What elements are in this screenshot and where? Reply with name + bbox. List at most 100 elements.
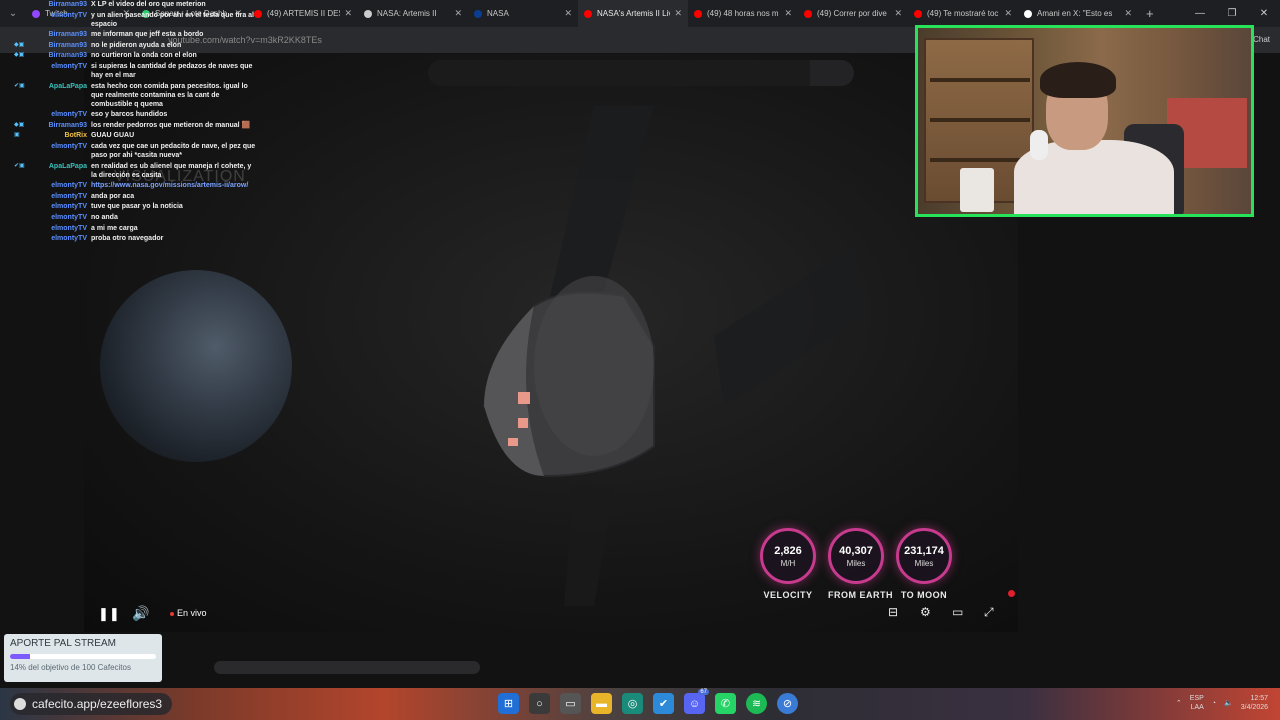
tab-label: Amani en X: "Esto es [1037, 9, 1113, 18]
chat-badges: ✔▣ [14, 162, 25, 169]
chat-badges [14, 213, 31, 222]
windows-taskbar: cafecito.app/ezeeflores3 ⊞ ○ ▭ ▬ ◎ ✔ ☺ 67… [0, 688, 1280, 720]
gauge-value: 40,307 [839, 544, 873, 557]
steam-icon[interactable]: ✔ [653, 693, 674, 714]
task-view-icon[interactable]: ▭ [560, 693, 581, 714]
tab-close-icon[interactable]: ✕ [784, 8, 792, 19]
taskbar-apps: ⊞ ○ ▭ ▬ ◎ ✔ ☺ 67 ✆ ≋ ⊘ [498, 689, 798, 714]
chat-username[interactable]: elmontyTV [31, 224, 91, 233]
horizontal-scrollbar[interactable] [214, 661, 480, 674]
browser-tab[interactable]: (49) 48 horas nos m ✕ [688, 0, 798, 27]
chat-username[interactable]: Birraman93 [31, 41, 91, 50]
chat-username[interactable]: elmontyTV [31, 142, 91, 160]
chat-text: y un alien paseando por ahí en el tesla … [91, 11, 254, 28]
chat-username[interactable]: elmontyTV [31, 181, 91, 190]
telemetry-gauge: 40,307 Miles FROM EARTH [828, 528, 893, 600]
chat-username[interactable]: Birraman93 [31, 30, 91, 39]
donation-title: APORTE PAL STREAM [10, 638, 116, 649]
tab-close-icon[interactable]: ✕ [344, 8, 352, 19]
tab-close-icon[interactable]: ✕ [1124, 8, 1132, 19]
clock[interactable]: 12:57 3/4/2026 [1241, 694, 1268, 712]
chat-text: X LP el video del oro que meterion [91, 1, 206, 8]
chat-username[interactable]: elmontyTV [31, 110, 91, 119]
minimize-icon[interactable]: — [1184, 0, 1216, 27]
streamer-webcam [915, 25, 1254, 217]
chat-message: Birraman93 me informan que jeff esta a bo… [14, 30, 259, 39]
gauge-ring: 40,307 Miles [828, 528, 884, 584]
tray-chevron-icon[interactable]: ⌃ [1176, 699, 1182, 707]
maximize-icon[interactable]: ❐ [1216, 0, 1248, 27]
browser-icon[interactable]: ◎ [622, 693, 643, 714]
discord-icon[interactable]: ☺ 67 [684, 689, 709, 714]
tab-label: (49) Te mostraré toc [927, 9, 999, 18]
live-label[interactable]: En vivo [170, 608, 207, 618]
gauge-label: VELOCITY [763, 590, 813, 600]
tab-close-icon[interactable]: ✕ [1004, 8, 1012, 19]
chat-badges [14, 142, 31, 160]
chat-text: a mi me carga [91, 224, 138, 232]
gauge-unit: Miles [914, 558, 934, 568]
browser-tab[interactable]: NASA: Artemis II ✕ [358, 0, 468, 27]
system-tray: ⌃ ESP LAA ◔ 🔈 12:57 3/4/2026 [1176, 694, 1268, 712]
chat-text: no curtieron la onda con el elon [91, 52, 197, 60]
tab-close-icon[interactable]: ✕ [564, 8, 572, 19]
browser-tab[interactable]: (49) Te mostraré toc ✕ [908, 0, 1018, 27]
close-window-icon[interactable]: ✕ [1248, 0, 1280, 27]
gauge-label: FROM EARTH [828, 590, 893, 600]
language-indicator[interactable]: ESP LAA [1190, 694, 1204, 712]
pause-icon[interactable]: ❚❚ [98, 606, 120, 622]
chat-message: elmontyTV si supieras la cantidad de peda… [14, 62, 259, 80]
chat-username[interactable]: elmontyTV [31, 11, 91, 29]
player-controls: ❚❚ 🔊 En vivo ⊟ ⚙ ▭ ⤢ [84, 600, 1018, 630]
chat-username[interactable]: Birraman93 [31, 51, 91, 60]
chat-username[interactable]: ApaLaPapa [31, 82, 91, 109]
app-icon[interactable]: ⊘ [777, 693, 798, 714]
tab-close-icon[interactable]: ✕ [454, 8, 462, 19]
chat-username[interactable]: elmontyTV [31, 192, 91, 201]
speaker-icon[interactable]: 🔈 [1224, 699, 1233, 707]
new-tab-button[interactable]: + [1146, 6, 1154, 21]
youtube-search-bar[interactable] [428, 60, 854, 86]
donation-subtitle: 14% del objetivo de 100 Cafecitos [10, 663, 131, 672]
wifi-icon[interactable]: ◔ [1212, 700, 1216, 707]
gauge-value: 231,174 [904, 544, 944, 557]
settings-icon[interactable]: ⚙ [920, 605, 931, 619]
chat-username[interactable]: elmontyTV [31, 202, 91, 211]
browser-tab[interactable]: NASA ✕ [468, 0, 578, 27]
chat-username[interactable]: elmontyTV [31, 62, 91, 80]
search-button[interactable] [810, 60, 854, 86]
chat-badges: ▣ [14, 132, 20, 139]
theater-mode-icon[interactable]: ▭ [952, 605, 963, 619]
tab-close-icon[interactable]: ✕ [894, 8, 902, 19]
volume-icon[interactable]: 🔊 [132, 605, 149, 622]
chat-username[interactable]: BotRix [31, 131, 91, 140]
chat-username[interactable]: elmontyTV [31, 234, 91, 243]
window-controls: — ❐ ✕ [1184, 0, 1280, 27]
browser-tab[interactable]: (49) Correr por dive ✕ [798, 0, 908, 27]
fullscreen-icon[interactable]: ⤢ [984, 605, 994, 620]
chat-text: esta hecho con comida para pecesitos. ig… [91, 82, 248, 108]
chat-message: ◆▣ Birraman93 los render pedorros que meti… [14, 121, 259, 130]
tab-close-icon[interactable]: ✕ [674, 8, 682, 19]
chat-toggle-label[interactable]: Chat [1253, 35, 1270, 44]
captions-icon[interactable]: ⊟ [888, 605, 898, 619]
cafecito-link[interactable]: cafecito.app/ezeeflores3 [10, 693, 172, 715]
whatsapp-icon[interactable]: ✆ [715, 693, 736, 714]
search-icon[interactable]: ○ [529, 693, 550, 714]
file-explorer-icon[interactable]: ▬ [591, 693, 612, 714]
chat-message: elmontyTV tuve que pasar yo la noticia [14, 202, 259, 211]
chat-username[interactable]: elmontyTV [31, 213, 91, 222]
browser-tab[interactable]: NASA's Artemis II Liv ✕ [578, 0, 688, 27]
chat-link[interactable]: https://www.nasa.gov/missions/artemis-ii… [91, 181, 259, 190]
chat-username[interactable]: Birraman93 [31, 121, 91, 130]
chat-username[interactable]: ApaLaPapa [31, 162, 91, 180]
browser-tab[interactable]: Amani en X: "Esto es ✕ [1018, 0, 1138, 27]
browser-tab[interactable]: (49) ARTEMIS II DESP ✕ [248, 0, 358, 27]
spotify-icon[interactable]: ≋ [746, 693, 767, 714]
live-indicator-dot [1008, 590, 1015, 597]
windows-start-icon[interactable]: ⊞ [498, 693, 519, 714]
chat-username[interactable]: Birraman93 [31, 0, 91, 9]
chat-message: elmontyTV anda por aca [14, 192, 259, 201]
gauge-label: TO MOON [900, 590, 948, 600]
lang-primary: ESP [1189, 695, 1204, 702]
